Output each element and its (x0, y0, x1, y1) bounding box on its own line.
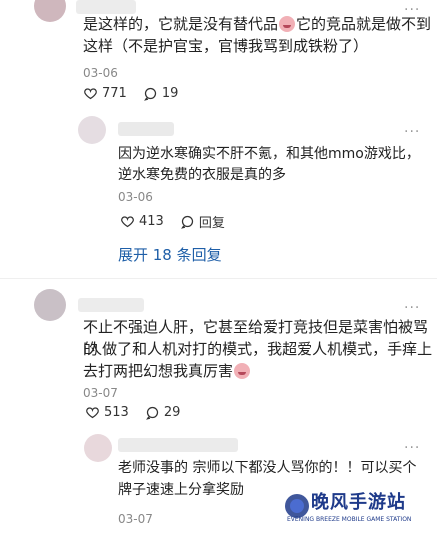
comment-text-line: 因为逆水寒确实不肝不氪，和其他mmo游戏比， (118, 146, 420, 162)
avatar[interactable] (34, 289, 66, 321)
comment-actions: 513 29 (85, 405, 180, 420)
watermark-logo: 晚风手游站 EVENING BREEZE MOBILE GAME STATION (283, 486, 433, 530)
watermark-title: 晚风手游站 (311, 492, 406, 513)
like-count: 771 (102, 86, 127, 101)
reply-count: 29 (163, 405, 181, 420)
comment-text: 是这样的，它就是没有替代品 它的竞品就是做不到 (83, 13, 433, 35)
watermark-subtitle: EVENING BREEZE MOBILE GAME STATION (287, 516, 412, 523)
more-options-icon[interactable]: ··· (404, 124, 420, 140)
like-button[interactable]: 771 (83, 86, 127, 101)
username-blurred[interactable] (76, 0, 136, 14)
like-count: 513 (104, 405, 129, 420)
comment-date: 03-06 (83, 66, 118, 80)
comment-actions: 413 回复 (120, 212, 225, 231)
comment-date: 03-07 (118, 512, 153, 526)
reply-count: 19 (161, 86, 179, 101)
reply-label: 回复 (198, 216, 225, 231)
heart-icon (121, 216, 134, 228)
like-button[interactable]: 413 (120, 214, 164, 229)
comment-date: 03-06 (118, 190, 153, 204)
pig-face-emoji-icon (279, 16, 296, 32)
username-blurred[interactable] (118, 122, 174, 136)
expand-replies-link[interactable]: 展开 18 条回复 (118, 244, 222, 265)
heart-icon (84, 88, 97, 100)
comment-text-line: 它的竞品就是做不到 (296, 15, 432, 33)
comment-text-line: 逆水寒免费的衣服是真的多 (118, 167, 286, 183)
comment-text-line: 这样（不是护官宝，官博我骂到成铁粉了） (83, 37, 369, 55)
like-button[interactable]: 513 (85, 405, 129, 420)
username-blurred[interactable] (78, 298, 144, 312)
reply-button[interactable]: 回复 (180, 212, 225, 231)
comment-text-line: 去打两把幻想我真厉害 (83, 362, 234, 380)
more-options-icon[interactable]: ··· (404, 440, 420, 456)
like-count: 413 (139, 214, 164, 229)
avatar[interactable] (34, 0, 66, 22)
comment-bubble-icon (145, 406, 158, 420)
username-blurred[interactable] (118, 438, 238, 452)
comment-text-line: 是这样的，它就是没有替代品 (83, 15, 279, 33)
reply-button[interactable]: 19 (143, 86, 179, 101)
comment-text-line: 老师没事的 宗师以下都没人骂你的！！可以买个 (118, 460, 417, 476)
more-options-icon[interactable]: ··· (404, 300, 420, 316)
comment-bubble-icon (143, 87, 156, 101)
comment-actions: 771 19 (83, 86, 178, 101)
avatar[interactable] (78, 116, 106, 144)
comment-text-line: i人做了和人机对打的模式，我超爱人机模式，手痒上 (83, 340, 433, 358)
reply-button[interactable]: 29 (145, 405, 181, 420)
comment-date: 03-07 (83, 386, 118, 400)
divider (0, 278, 437, 279)
heart-icon (86, 407, 99, 419)
avatar[interactable] (84, 434, 112, 462)
comment-text: 去打两把幻想我真厉害 (83, 360, 433, 382)
pig-face-emoji-icon (234, 363, 251, 379)
comment-bubble-icon (180, 215, 193, 229)
